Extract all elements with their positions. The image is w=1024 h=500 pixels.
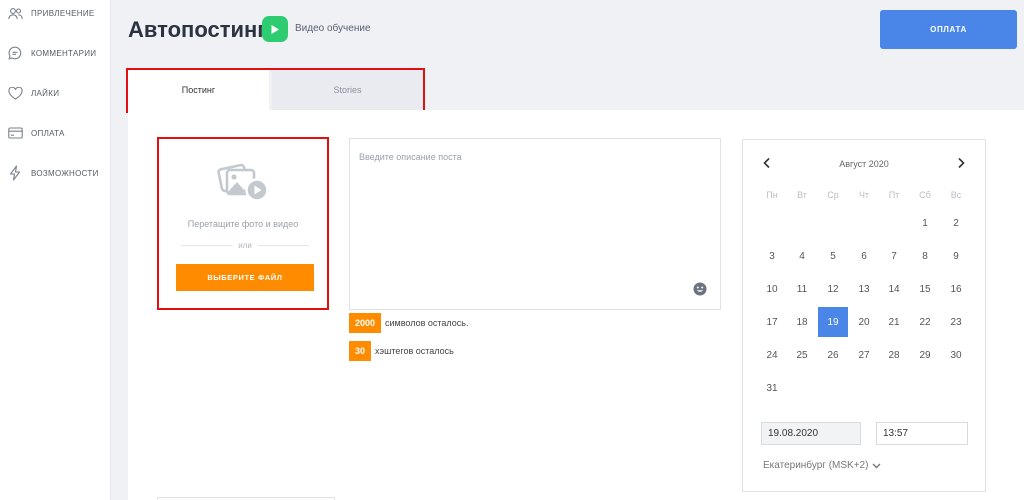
sidebar-item-likes[interactable]: ЛАЙКИ <box>7 85 59 101</box>
sidebar-item-features[interactable]: ВОЗМОЖНОСТИ <box>7 165 99 181</box>
calendar-day-selected[interactable]: 19 <box>818 307 848 337</box>
calendar-day[interactable]: 16 <box>941 274 971 304</box>
emoji-icon[interactable] <box>693 282 707 296</box>
calendar-day[interactable]: 25 <box>787 340 817 370</box>
calendar-day[interactable]: 6 <box>849 241 879 271</box>
chars-counter: 2000 символов осталось. <box>349 313 468 333</box>
sidebar-item-label: ПРИВЛЕЧЕНИЕ <box>31 8 95 18</box>
sidebar-item-label: ЛАЙКИ <box>31 88 60 98</box>
tab-posting[interactable]: Постинг <box>128 70 269 110</box>
chevron-down-icon <box>872 463 881 468</box>
calendar-day[interactable]: 21 <box>879 307 909 337</box>
calendar-day[interactable]: 27 <box>849 340 879 370</box>
sidebar-item-comments[interactable]: КОММЕНТАРИИ <box>7 45 96 61</box>
calendar-day[interactable]: 20 <box>849 307 879 337</box>
post-description-input[interactable] <box>349 138 721 310</box>
calendar-day[interactable]: 13 <box>849 274 879 304</box>
hashtags-count-text: хэштегов осталось <box>375 346 454 356</box>
calendar-day[interactable]: 12 <box>818 274 848 304</box>
calendar-day[interactable]: 14 <box>879 274 909 304</box>
calendar-day[interactable]: 15 <box>910 274 940 304</box>
video-play-button[interactable] <box>262 16 288 42</box>
sidebar-item-label: ВОЗМОЖНОСТИ <box>31 168 99 178</box>
chat-icon <box>7 45 23 61</box>
chevron-right-icon[interactable] <box>955 157 967 169</box>
upload-hint: Перетащите фото и видео <box>187 219 299 229</box>
calendar: Август 2020 Пн Вт Ср Чт Пт Сб Вс 1 2 3 4 5 6 7 8 9 10 11 1… <box>742 139 986 492</box>
users-icon <box>7 5 23 21</box>
calendar-day[interactable]: 1 <box>910 208 940 238</box>
calendar-day[interactable]: 23 <box>941 307 971 337</box>
time-field[interactable] <box>876 422 968 445</box>
calendar-day[interactable]: 29 <box>910 340 940 370</box>
calendar-day[interactable]: 11 <box>787 274 817 304</box>
calendar-day[interactable]: 10 <box>757 274 787 304</box>
calendar-day[interactable]: 17 <box>757 307 787 337</box>
calendar-day[interactable]: 31 <box>757 373 787 403</box>
weekday-label: Ср <box>827 190 839 200</box>
weekday-label: Сб <box>919 190 931 200</box>
calendar-day[interactable]: 5 <box>818 241 848 271</box>
divider-line <box>181 245 233 246</box>
divider-line <box>257 245 310 246</box>
calendar-day[interactable]: 18 <box>787 307 817 337</box>
choose-file-button[interactable]: ВЫБЕРИТЕ ФАЙЛ <box>176 264 314 291</box>
sidebar-item-attraction[interactable]: ПРИВЛЕЧЕНИЕ <box>7 5 95 21</box>
or-divider: или <box>181 241 310 250</box>
upload-dropzone[interactable]: Перетащите фото и видео или ВЫБЕРИТЕ ФАЙ… <box>157 137 329 310</box>
calendar-day[interactable]: 28 <box>879 340 909 370</box>
play-icon <box>271 24 279 34</box>
tab-stories[interactable]: Stories <box>272 70 423 110</box>
sidebar-item-label: КОММЕНТАРИИ <box>31 48 97 58</box>
timezone-label: Екатеринбург (MSK+2) <box>763 460 869 471</box>
hashtags-counter: 30 хэштегов осталось <box>349 341 454 361</box>
timezone-select[interactable]: Екатеринбург (MSK+2) <box>763 460 881 471</box>
or-label: или <box>238 241 252 250</box>
calendar-day[interactable]: 8 <box>910 241 940 271</box>
chars-count-badge: 2000 <box>349 313 382 333</box>
sidebar-item-label: ОПЛАТА <box>31 128 65 138</box>
video-tutorial-link[interactable]: Видео обучение <box>295 23 371 34</box>
weekday-label: Пт <box>888 190 900 200</box>
heart-icon <box>7 85 23 101</box>
sidebar: ПРИВЛЕЧЕНИЕ КОММЕНТАРИИ ЛАЙКИ ОПЛАТА ВОЗ… <box>0 0 111 500</box>
hashtags-count-badge: 30 <box>349 341 372 361</box>
page-title: Автопостинг <box>128 17 267 42</box>
calendar-day[interactable]: 30 <box>941 340 971 370</box>
media-upload-icon <box>217 163 269 202</box>
calendar-day[interactable]: 9 <box>941 241 971 271</box>
calendar-day[interactable]: 7 <box>879 241 909 271</box>
calendar-month-label: Август 2020 <box>839 159 889 169</box>
lightning-icon <box>7 165 23 181</box>
date-field[interactable] <box>761 422 861 445</box>
card-icon <box>7 125 23 141</box>
weekday-label: Пн <box>766 190 778 200</box>
chars-count-text: символов осталось. <box>385 318 469 328</box>
weekday-label: Вс <box>950 190 962 200</box>
calendar-day[interactable]: 2 <box>941 208 971 238</box>
calendar-day[interactable]: 3 <box>757 241 787 271</box>
sidebar-item-payment[interactable]: ОПЛАТА <box>7 125 65 141</box>
weekday-label: Чт <box>858 190 870 200</box>
calendar-day[interactable]: 24 <box>757 340 787 370</box>
calendar-day[interactable]: 4 <box>787 241 817 271</box>
calendar-day[interactable]: 22 <box>910 307 940 337</box>
weekday-label: Вт <box>797 190 807 200</box>
calendar-day[interactable]: 26 <box>818 340 848 370</box>
pay-button[interactable]: ОПЛАТА <box>880 10 1017 49</box>
